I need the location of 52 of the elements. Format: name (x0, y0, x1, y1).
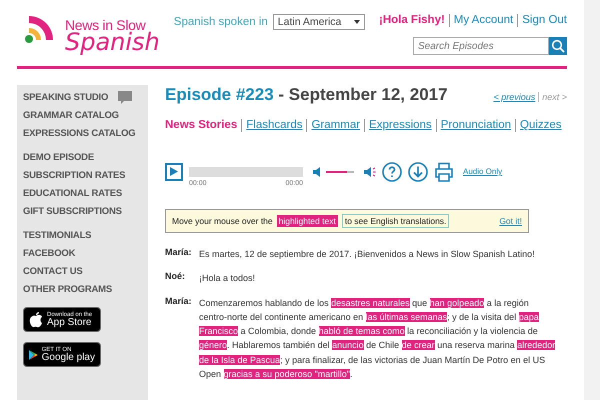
help-icon[interactable] (382, 162, 402, 182)
speaker-name: María: (165, 247, 193, 259)
episode-number: Episode #223 (165, 85, 274, 104)
tab[interactable]: Flashcards (241, 119, 306, 132)
speaker-name: Noé: (165, 271, 186, 284)
volume-high-icon (364, 166, 376, 176)
sidebar-link[interactable]: GIFT SUBSCRIPTIONS (23, 205, 142, 219)
search-button[interactable] (549, 37, 567, 55)
play-icon (170, 167, 178, 176)
progress-track[interactable] (189, 167, 303, 177)
region-label: Spanish spoken in (174, 16, 268, 28)
print-icon[interactable] (434, 162, 454, 182)
tab[interactable]: Quizzes (515, 119, 566, 132)
previous-link[interactable]: < previous (493, 92, 536, 102)
sidebar-link[interactable]: FACEBOOK (23, 247, 142, 261)
tab[interactable]: Pronunciation (436, 119, 516, 132)
sidebar-link[interactable]: SPEAKING STUDIO (23, 91, 142, 105)
play-button[interactable] (165, 162, 183, 180)
speaker-name: María: (165, 296, 193, 308)
sidebar-link[interactable]: GRAMMAR CATALOG (23, 109, 142, 123)
tab[interactable]: Expressions (364, 119, 436, 132)
highlight-sample: highlighted text (276, 215, 338, 227)
chat-icon (118, 91, 132, 105)
sidebar-link[interactable]: EDUCATIONAL RATES (23, 187, 142, 201)
apple-icon (29, 312, 43, 328)
episode-date: - September 12, 2017 (278, 85, 448, 104)
account-link[interactable]: Sign Out (517, 14, 567, 27)
region-select[interactable]: Latin America (272, 14, 365, 30)
transcript-text: Comenzaremos hablando de los desastres naturales que han golpeado a la región centro-norte del continente americano en las últimas semanas; y de la visita del papa Francisco a Colombia, donde habló de temas como la reconciliación y la violencia de género. Hablaremos también del anuncio de Chile de crear una reserva marina alrededor de la Isla de Pascua; y para finalizar, de las victorias de Juan Martín De Potro en el US Open gracias a su poderoso "martillo". (199, 296, 556, 382)
audio-only-link[interactable]: Audio Only (463, 167, 502, 176)
translation-sample: to see English translations. (342, 214, 450, 228)
tab[interactable]: News Stories (165, 119, 242, 132)
dismiss-link[interactable]: Got it! (499, 216, 522, 226)
volume-low-icon (313, 166, 320, 176)
sidebar-link[interactable]: DEMO EPISODE (23, 151, 142, 165)
transcript-text: Es martes, 12 de septiembre de 2017. ¡Bienvenidos a News in Slow Spanish Latino! (199, 248, 536, 261)
logo-subtitle: Spanish (65, 30, 160, 54)
sidebar-link[interactable]: CONTACT US (23, 265, 142, 279)
sidebar-link[interactable]: EXPRESSIONS CATALOG (23, 127, 142, 141)
download-icon[interactable] (408, 162, 428, 182)
greeting: ¡Hola Fishy! (378, 14, 446, 27)
transcript-text: ¡Hola a todos! (199, 272, 256, 286)
account-link[interactable]: My Account (448, 14, 518, 27)
sidebar-link[interactable]: OTHER PROGRAMS (23, 283, 142, 297)
search-icon (551, 39, 565, 53)
logo-title: News in Slow (65, 18, 146, 32)
caret-icon (354, 20, 360, 24)
sidebar-link[interactable]: SUBSCRIPTION RATES (23, 169, 142, 183)
tab[interactable]: Grammar (306, 119, 364, 132)
sidebar-link[interactable]: TESTIMONIALS (23, 229, 142, 243)
search-field[interactable]: Search Episodes (413, 37, 549, 55)
hint-text: Move your mouse over the (172, 216, 273, 226)
